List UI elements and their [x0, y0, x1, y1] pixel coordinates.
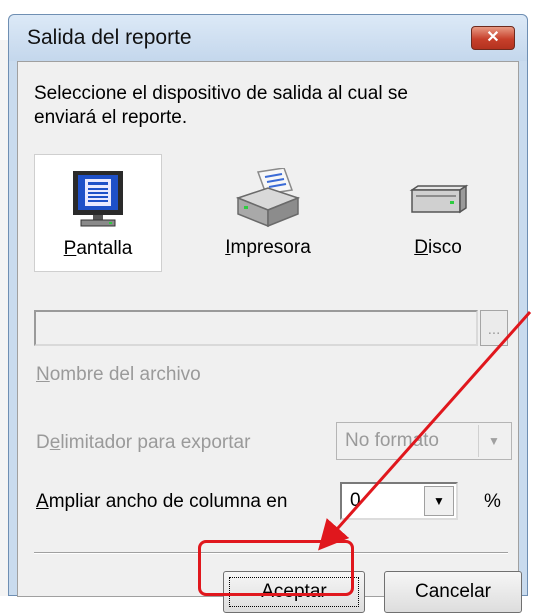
file-name-field[interactable] — [34, 310, 478, 346]
title-bar[interactable]: Salida del reporte ✕ — [9, 15, 527, 61]
cancel-button[interactable]: Cancelar — [384, 571, 522, 613]
cancel-label: Cancelar — [414, 581, 492, 602]
close-button[interactable]: ✕ — [471, 26, 515, 50]
column-width-label: Ampliar ancho de columna en — [36, 491, 288, 512]
disk-drive-icon — [409, 184, 469, 214]
monitor-icon — [73, 171, 123, 227]
dialog-window: Salida del reporte ✕ Seleccione el dispo… — [8, 14, 528, 613]
printer-icon — [235, 168, 301, 228]
chevron-down-icon[interactable]: ▼ — [424, 486, 454, 516]
device-label: Pantalla — [63, 238, 133, 259]
device-pantalla[interactable]: Pantalla — [34, 154, 162, 272]
column-width-select[interactable]: 0 ▼ — [340, 482, 458, 520]
dialog-body: Seleccione el dispositivo de salida al c… — [17, 61, 522, 613]
browse-button[interactable]: ... — [480, 310, 508, 346]
device-label: Disco — [414, 237, 462, 258]
device-impresora[interactable]: Impresora — [198, 154, 338, 272]
file-name-label: Nombre del archivo — [36, 364, 201, 385]
delimiter-select[interactable]: No formato ▼ — [336, 422, 512, 460]
close-icon: ✕ — [486, 29, 500, 46]
delimiter-value: No formato — [345, 430, 439, 451]
instructions-text: Seleccione el dispositivo de salida al c… — [34, 83, 408, 128]
highlight-box — [198, 540, 354, 596]
chevron-down-icon: ▼ — [478, 425, 509, 457]
column-width-value: 0 — [350, 490, 361, 511]
window-title: Salida del reporte — [27, 26, 192, 49]
device-label: Impresora — [225, 237, 311, 258]
percent-label: % — [484, 491, 501, 512]
delimiter-label: Delimitador para exportar — [36, 432, 251, 453]
device-disco[interactable]: Disco — [368, 154, 508, 272]
